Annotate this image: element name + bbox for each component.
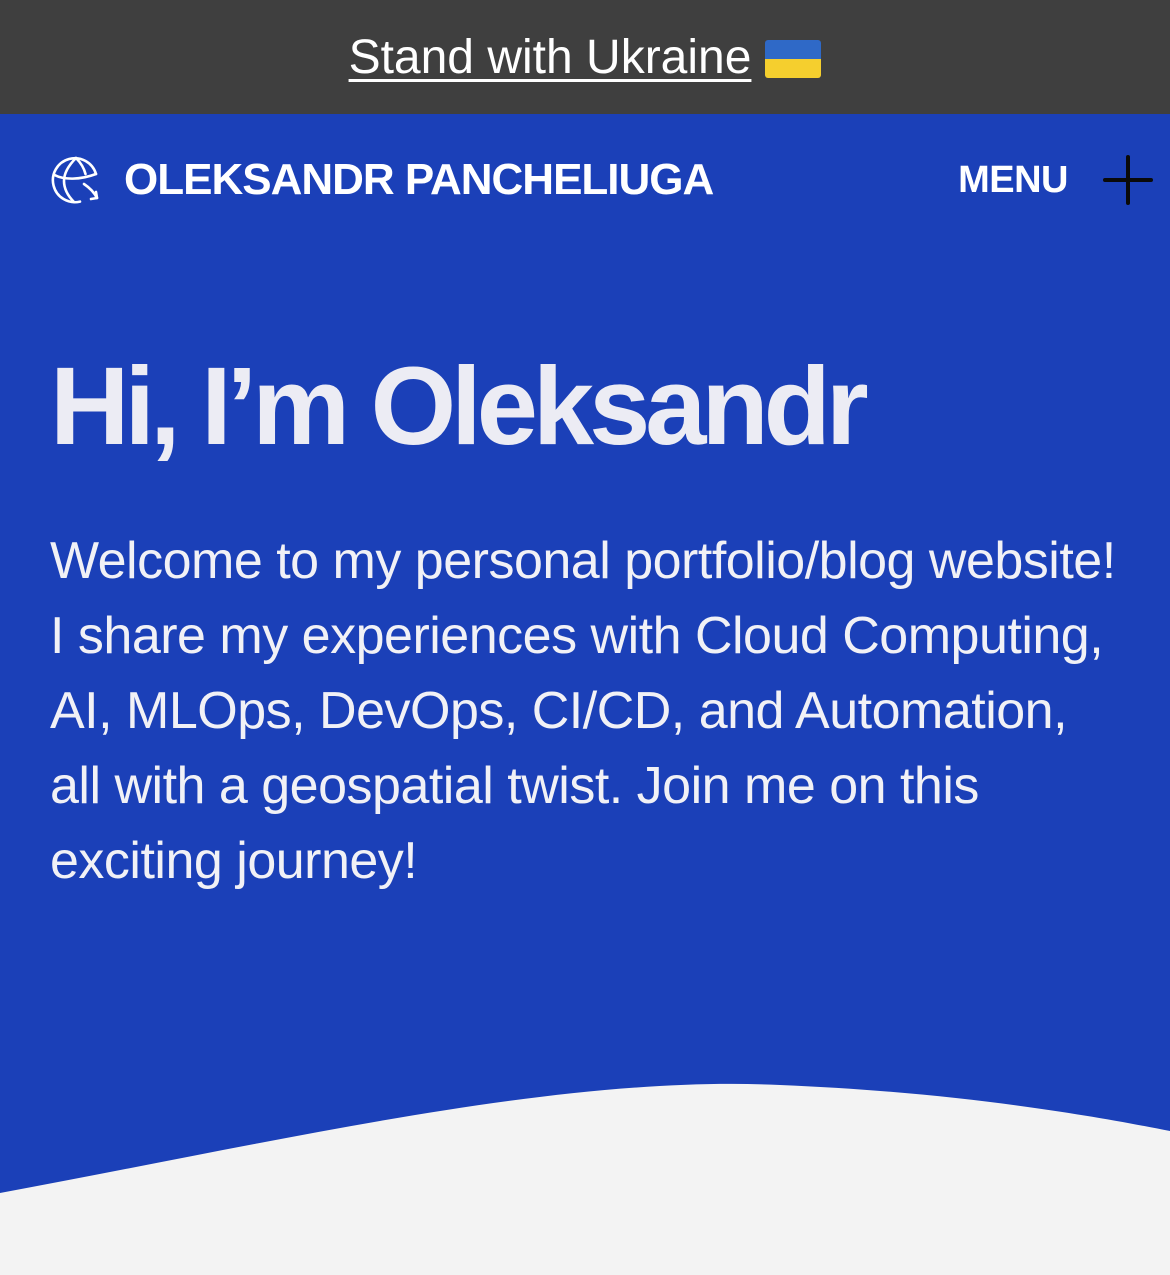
stand-with-ukraine-link[interactable]: Stand with Ukraine bbox=[349, 30, 822, 85]
site-header: OLEKSANDR PANCHELIUGA MENU bbox=[50, 152, 1154, 208]
ukraine-flag-icon bbox=[765, 40, 822, 78]
hero-section: OLEKSANDR PANCHELIUGA MENU Hi, I’m Oleks… bbox=[0, 114, 1170, 1275]
menu-button[interactable]: MENU bbox=[958, 154, 1154, 206]
site-name: OLEKSANDR PANCHELIUGA bbox=[124, 155, 714, 204]
globe-icon bbox=[50, 154, 102, 206]
plus-icon bbox=[1102, 154, 1154, 206]
hero-intro: Welcome to my personal portfolio/blog we… bbox=[50, 532, 1116, 890]
hero-headline: Hi, I’m Oleksandr bbox=[50, 345, 869, 468]
menu-label: MENU bbox=[958, 158, 1068, 201]
ukraine-banner: Stand with Ukraine bbox=[0, 0, 1170, 114]
wave-divider bbox=[0, 1083, 1170, 1275]
page: Stand with Ukraine OLEKSANDR PANCHELIUGA… bbox=[0, 0, 1170, 1275]
banner-label: Stand with Ukraine bbox=[348, 30, 752, 84]
home-link[interactable]: OLEKSANDR PANCHELIUGA bbox=[50, 154, 714, 206]
